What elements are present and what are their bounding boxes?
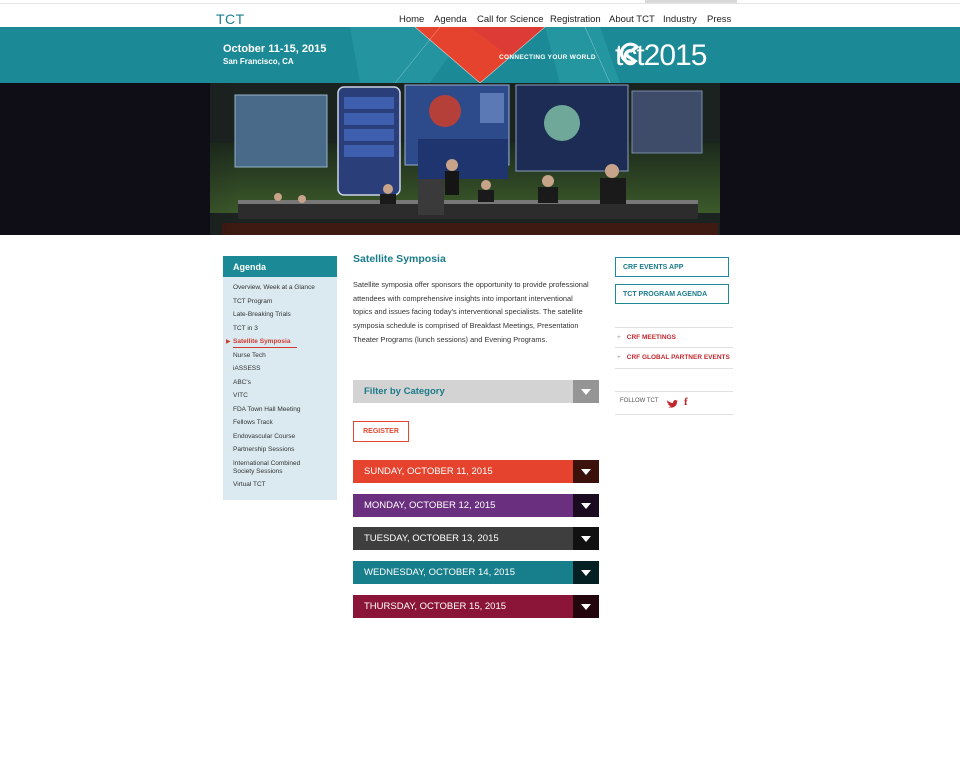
top-navigation: Home Agenda Call for Science Registratio… [0, 14, 960, 28]
banner-graphic [350, 27, 620, 83]
sidebar-item-international-sessions[interactable]: International Combined Society Sessions [223, 460, 307, 476]
crf-events-app-button[interactable]: CRF EVENTS APP [615, 257, 729, 277]
main-content: Satellite Symposia Satellite symposia of… [353, 253, 599, 347]
nav-industry[interactable]: Industry [663, 14, 697, 25]
divider [615, 368, 733, 369]
filter-toggle[interactable] [573, 380, 599, 403]
day-monday-accordion[interactable]: MONDAY, OCTOBER 12, 2015 [353, 494, 599, 517]
sidebar-item-tct-in-3[interactable]: TCT in 3 [223, 325, 337, 333]
filter-label: Filter by Category [364, 386, 445, 397]
sidebar-item-satellite-symposia[interactable]: ▶ Satellite Symposia [223, 338, 337, 348]
nav-press[interactable]: Press [707, 14, 731, 25]
day-wednesday-accordion[interactable]: WEDNESDAY, OCTOBER 14, 2015 [353, 561, 599, 584]
day-label: MONDAY, OCTOBER 12, 2015 [364, 500, 496, 511]
tct-swirl-icon [619, 42, 640, 64]
nav-call-for-science[interactable]: Call for Science [477, 14, 544, 25]
sidebar-item-tct-program[interactable]: TCT Program [223, 298, 337, 306]
sidebar-item-vitc[interactable]: VITC [223, 392, 337, 400]
chevron-down-icon [581, 603, 591, 610]
sidebar-item-late-breaking-trials[interactable]: Late-Breaking Trials [223, 311, 337, 319]
sidebar-menu: Overview, Week at a Glance TCT Program L… [223, 284, 337, 489]
chevron-down-icon [581, 535, 591, 542]
banner-tagline: CONNECTING YOUR WORLD [499, 54, 596, 61]
chevron-down-icon [581, 388, 591, 395]
sidebar-heading: Agenda [223, 256, 337, 277]
sidebar-item-virtual-tct[interactable]: Virtual TCT [223, 481, 337, 489]
sidebar-item-fellows-track[interactable]: Fellows Track [223, 419, 337, 427]
tct2015-logo[interactable]: tct2015 [615, 39, 707, 73]
register-button[interactable]: REGISTER [353, 421, 409, 442]
divider [615, 327, 733, 328]
top-tab-indicator [645, 0, 737, 3]
sidebar-item-endovascular-course[interactable]: Endovascular Course [223, 433, 337, 441]
sidebar-item-overview[interactable]: Overview, Week at a Glance [223, 284, 337, 292]
chevron-down-icon [581, 468, 591, 475]
day-sunday-accordion[interactable]: SUNDAY, OCTOBER 11, 2015 [353, 460, 599, 483]
day-tuesday-accordion[interactable]: TUESDAY, OCTOBER 13, 2015 [353, 527, 599, 550]
event-location: San Francisco, CA [223, 57, 294, 66]
divider [615, 414, 733, 415]
event-dates: October 11-15, 2015 [223, 43, 327, 55]
crf-global-partner-events-link[interactable]: + CRF GLOBAL PARTNER EVENTS [617, 354, 730, 361]
link-label: CRF MEETINGS [626, 334, 676, 341]
divider [615, 347, 733, 348]
nav-home[interactable]: Home [399, 14, 424, 25]
divider [615, 391, 733, 392]
day-toggle[interactable] [573, 527, 599, 550]
active-arrow-icon: ▶ [226, 339, 231, 345]
nav-agenda[interactable]: Agenda [434, 14, 467, 25]
chevron-down-icon [581, 569, 591, 576]
top-border [0, 0, 960, 4]
sidebar-item-iassess[interactable]: iASSESS [223, 365, 337, 373]
link-label: CRF GLOBAL PARTNER EVENTS [626, 354, 730, 361]
day-toggle[interactable] [573, 460, 599, 483]
page-description: Satellite symposia offer sponsors the op… [353, 280, 589, 344]
plus-icon: + [617, 334, 621, 341]
day-label: SUNDAY, OCTOBER 11, 2015 [364, 466, 493, 477]
sidebar-item-nurse-tech[interactable]: Nurse Tech [223, 352, 337, 360]
sidebar-item-fda-town-hall[interactable]: FDA Town Hall Meeting [223, 406, 337, 414]
day-label: THURSDAY, OCTOBER 15, 2015 [364, 601, 507, 612]
chevron-down-icon [581, 502, 591, 509]
day-toggle[interactable] [573, 595, 599, 618]
facebook-icon[interactable]: f [684, 396, 688, 408]
filter-by-category-dropdown[interactable]: Filter by Category [353, 380, 599, 403]
active-underline [233, 347, 297, 348]
plus-icon: + [617, 354, 621, 361]
hero-photo [0, 83, 960, 235]
twitter-icon[interactable] [666, 397, 678, 409]
sidebar-item-abcs[interactable]: ABC's [223, 379, 337, 387]
hero-stage-illustration [0, 83, 960, 235]
day-label: WEDNESDAY, OCTOBER 14, 2015 [364, 567, 516, 578]
agenda-sidebar: Agenda Overview, Week at a Glance TCT Pr… [223, 256, 337, 500]
crf-meetings-link[interactable]: + CRF MEETINGS [617, 334, 676, 341]
event-banner: October 11-15, 2015 San Francisco, CA CO… [0, 27, 960, 83]
sidebar-item-partnership-sessions[interactable]: Partnership Sessions [223, 446, 337, 454]
page-title: Satellite Symposia [353, 253, 446, 265]
nav-about-tct[interactable]: About TCT [609, 14, 655, 25]
follow-label: FOLLOW TCT [620, 398, 659, 404]
day-thursday-accordion[interactable]: THURSDAY, OCTOBER 15, 2015 [353, 595, 599, 618]
tct-program-agenda-button[interactable]: TCT PROGRAM AGENDA [615, 284, 729, 304]
day-label: TUESDAY, OCTOBER 13, 2015 [364, 533, 499, 544]
nav-registration[interactable]: Registration [550, 14, 601, 25]
day-toggle[interactable] [573, 494, 599, 517]
day-toggle[interactable] [573, 561, 599, 584]
sidebar-item-label: Satellite Symposia [233, 338, 291, 345]
